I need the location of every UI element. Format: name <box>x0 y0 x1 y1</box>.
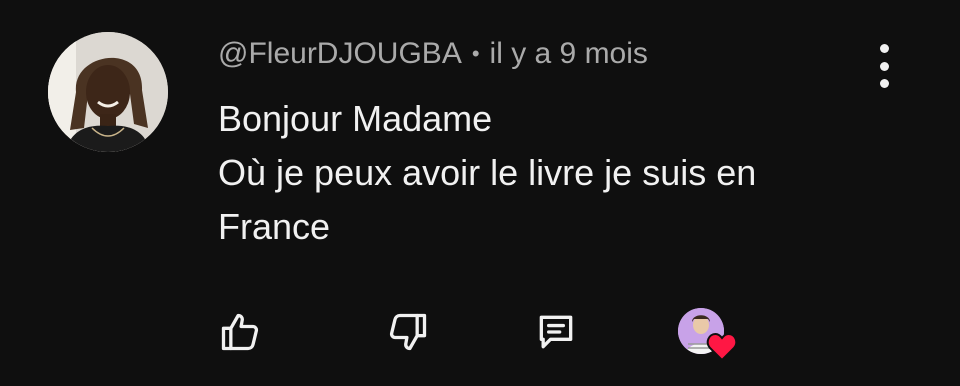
comment-icon <box>539 315 573 349</box>
more-vertical-icon-dot <box>879 79 889 88</box>
comment-item: @FleurDJOUGBA • il y a 9 mois Bonjour Ma… <box>0 0 960 386</box>
thumbs-down-icon <box>389 313 427 351</box>
meta-separator: • <box>471 41 480 66</box>
comment-line: Où je peux avoir le livre je suis en <box>218 152 757 193</box>
comment-meta: @FleurDJOUGBA • il y a 9 mois <box>218 36 648 72</box>
creator-heart-icon <box>706 332 738 362</box>
more-vertical-icon-dot <box>879 61 889 71</box>
creator-heart-button[interactable] <box>676 306 740 362</box>
comment-timestamp[interactable]: il y a 9 mois <box>490 37 648 71</box>
more-options-button[interactable] <box>868 44 900 88</box>
comment-text: Bonjour Madame Où je peux avoir le livre… <box>218 92 878 254</box>
dislike-button[interactable] <box>384 308 432 356</box>
more-vertical-icon-dot <box>879 44 889 53</box>
reply-button[interactable] <box>532 308 580 356</box>
author-name[interactable]: @FleurDJOUGBA <box>218 37 462 71</box>
author-avatar[interactable] <box>48 32 168 152</box>
like-button[interactable] <box>216 308 264 356</box>
comment-line: Bonjour Madame <box>218 98 493 139</box>
comment-line: France <box>218 206 331 247</box>
thumbs-up-icon <box>221 313 259 351</box>
